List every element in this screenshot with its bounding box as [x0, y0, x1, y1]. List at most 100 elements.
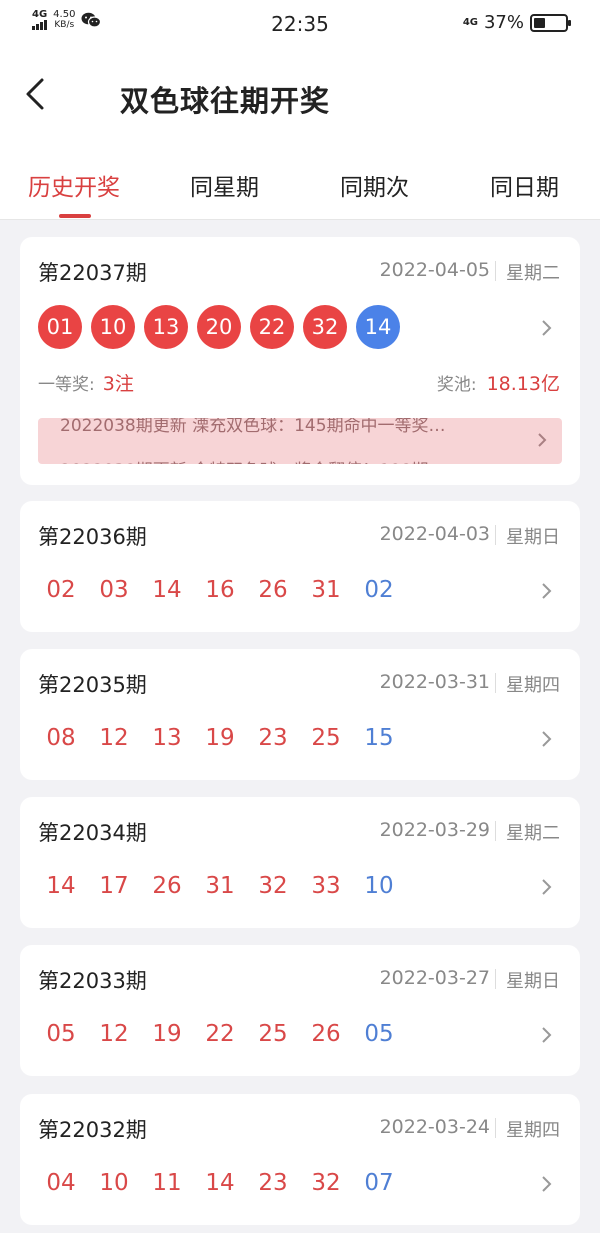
red-number: 12	[99, 725, 129, 751]
red-number: 12	[99, 1021, 129, 1047]
red-ball: 32	[303, 305, 347, 349]
red-number: 14	[46, 873, 76, 899]
red-number: 26	[311, 1021, 341, 1047]
red-number: 32	[258, 873, 288, 899]
divider	[495, 673, 496, 693]
first-prize-label: 一等奖:	[38, 375, 95, 395]
draw-date: 2022-04-03	[379, 523, 490, 545]
pool-label: 奖池:	[436, 375, 477, 395]
back-arrow-icon[interactable]	[22, 76, 52, 112]
divider	[495, 1118, 496, 1138]
draw-date: 2022-04-05	[379, 259, 490, 281]
red-number: 11	[152, 1170, 182, 1196]
red-number: 16	[205, 577, 235, 603]
red-ball: 01	[38, 305, 82, 349]
ball-row: 01 10 13 20 22 32 14	[38, 305, 400, 349]
red-number: 23	[258, 725, 288, 751]
draw-weekday: 星期四	[506, 675, 560, 696]
chevron-right-icon[interactable]	[540, 581, 554, 601]
red-number: 13	[152, 725, 182, 751]
chevron-right-icon[interactable]	[540, 729, 554, 749]
battery-level	[534, 17, 545, 28]
chevron-right-icon[interactable]	[540, 1174, 554, 1194]
red-ball: 20	[197, 305, 241, 349]
draw-date: 2022-03-24	[379, 1116, 490, 1138]
red-number: 19	[205, 725, 235, 751]
blue-number: 07	[364, 1170, 394, 1196]
chevron-right-icon[interactable]	[540, 318, 554, 338]
draw-date: 2022-03-27	[379, 967, 490, 989]
red-number: 17	[99, 873, 129, 899]
red-number: 25	[311, 725, 341, 751]
red-number: 14	[205, 1170, 235, 1196]
red-number: 31	[311, 577, 341, 603]
draw-issue: 第22034期	[38, 821, 147, 845]
draw-weekday: 星期日	[506, 971, 560, 992]
red-number: 32	[311, 1170, 341, 1196]
battery-percent: 37%	[483, 12, 524, 33]
red-number: 33	[311, 873, 341, 899]
red-number: 23	[258, 1170, 288, 1196]
draw-weekday: 星期日	[506, 527, 560, 548]
red-number: 14	[152, 577, 182, 603]
red-number: 19	[152, 1021, 182, 1047]
status-right: 4G 37%	[462, 12, 571, 33]
draw-weekday: 星期四	[506, 1120, 560, 1141]
red-number: 05	[46, 1021, 76, 1047]
red-number: 08	[46, 725, 76, 751]
divider	[495, 261, 496, 281]
active-tab-indicator	[59, 214, 91, 218]
draw-issue: 第22032期	[38, 1118, 147, 1142]
first-prize: 一等奖: 3注	[38, 369, 134, 396]
page-title: 双色球往期开奖	[120, 84, 331, 118]
red-ball: 13	[144, 305, 188, 349]
draw-issue: 第22035期	[38, 673, 147, 697]
draw-card[interactable]: 第22034期 2022-03-29 星期二 14 17 26 31 32 33 10	[20, 797, 580, 928]
chevron-right-icon[interactable]	[536, 431, 548, 449]
blue-ball: 14	[356, 305, 400, 349]
red-ball: 22	[250, 305, 294, 349]
draw-issue: 第22033期	[38, 969, 147, 993]
blue-number: 15	[364, 725, 394, 751]
draw-weekday: 星期二	[506, 263, 560, 284]
red-number: 03	[99, 577, 129, 603]
nav-header: 双色球往期开奖	[0, 48, 600, 148]
news-item[interactable]: 2022038期更新 溧充双色球：145期命中一等奖…	[60, 418, 446, 436]
draw-card-latest[interactable]: 第22037期 2022-04-05 星期二 01 10 13 20 22 32…	[20, 237, 580, 485]
divider	[495, 969, 496, 989]
blue-number: 10	[364, 873, 394, 899]
draw-issue: 第22037期	[38, 261, 147, 285]
red-number: 04	[46, 1170, 76, 1196]
pool-value: 18.13亿	[486, 373, 560, 395]
draw-date: 2022-03-31	[379, 671, 490, 693]
red-number: 31	[205, 873, 235, 899]
battery-icon	[530, 13, 571, 32]
chevron-right-icon[interactable]	[540, 1025, 554, 1045]
divider	[495, 525, 496, 545]
tab-same-date[interactable]: 同日期	[490, 168, 559, 202]
draw-card[interactable]: 第22033期 2022-03-27 星期日 05 12 19 22 25 26 05	[20, 945, 580, 1076]
red-number: 02	[46, 577, 76, 603]
tab-same-issue[interactable]: 同期次	[340, 168, 409, 202]
news-item[interactable]: 2022038期更新 金特双色球：奖金翻倍！108期	[60, 456, 429, 464]
red-number: 22	[205, 1021, 235, 1047]
status-bar: 4G 4.50 KB/s 22:35 4G 37%	[0, 0, 600, 48]
red-ball: 10	[91, 305, 135, 349]
blue-number: 02	[364, 577, 394, 603]
prize-pool: 奖池: 18.13亿	[437, 369, 560, 396]
network-type-right: 4G	[462, 17, 478, 28]
news-ticker[interactable]: 2022038期更新 溧充双色球：145期命中一等奖… 2022038期更新 金…	[38, 418, 562, 464]
draw-card[interactable]: 第22036期 2022-04-03 星期日 02 03 14 16 26 31 02	[20, 501, 580, 632]
chevron-right-icon[interactable]	[540, 877, 554, 897]
draw-weekday: 星期二	[506, 823, 560, 844]
red-number: 25	[258, 1021, 288, 1047]
tab-history[interactable]: 历史开奖	[28, 168, 120, 202]
draw-date: 2022-03-29	[379, 819, 490, 841]
red-number: 26	[258, 577, 288, 603]
tab-same-weekday[interactable]: 同星期	[190, 168, 259, 202]
draw-card[interactable]: 第22035期 2022-03-31 星期四 08 12 13 19 23 25 15	[20, 649, 580, 780]
first-prize-value: 3注	[102, 373, 134, 395]
red-number: 10	[99, 1170, 129, 1196]
draw-card[interactable]: 第22032期 2022-03-24 星期四 04 10 11 14 23 32 07	[20, 1094, 580, 1225]
red-number: 26	[152, 873, 182, 899]
